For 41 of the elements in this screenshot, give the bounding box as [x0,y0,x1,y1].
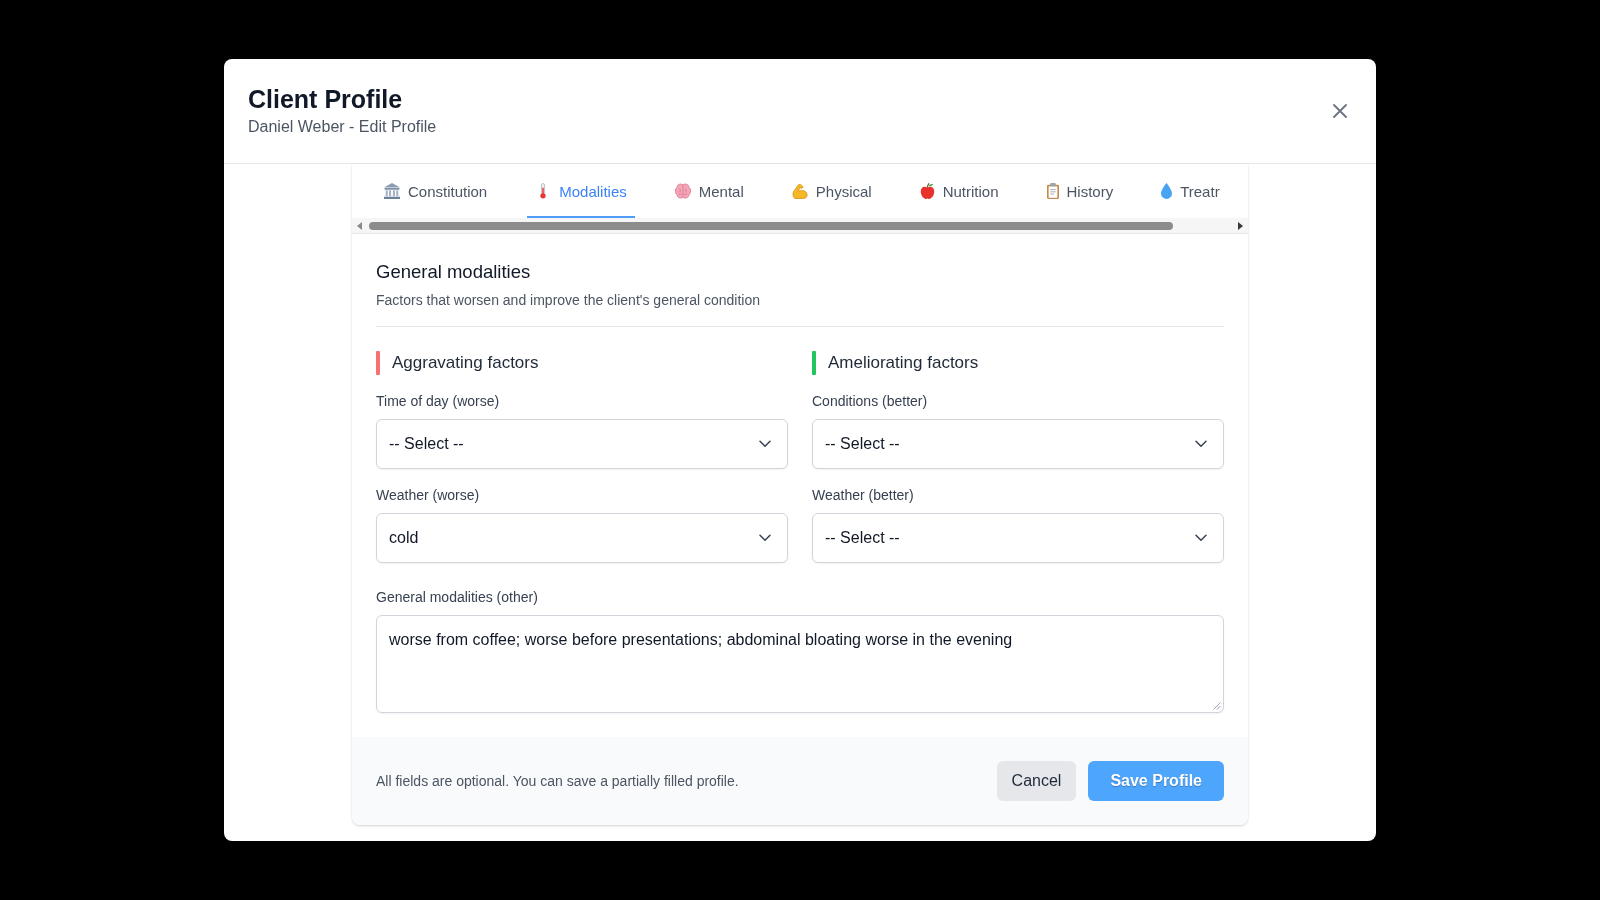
field-label: Weather (worse) [376,486,480,505]
cancel-button[interactable]: Cancel [996,761,1077,801]
tab[interactable]: Physical [783,164,880,218]
clipboard-icon [1046,183,1059,199]
tab[interactable]: Mental [666,164,752,218]
arrow-right-icon[interactable] [1238,221,1243,230]
select-field[interactable]: cold [376,513,788,563]
select-field[interactable]: -- Select -- [812,513,1224,563]
column-heading: Aggravating factors [392,352,539,374]
select-field[interactable]: -- Select -- [812,419,1224,469]
tab[interactable]: Constitution [376,164,496,218]
arrow-left-icon[interactable] [357,221,362,230]
footer-note: All fields are optional. You can save a partially filled profile. [376,772,739,791]
resize-grip-icon[interactable] [1213,702,1221,710]
droplet-icon [1161,183,1173,199]
flexed-arm-icon [791,183,808,199]
field-label: General modalities (other) [376,588,538,607]
chevron-down-icon [1195,534,1207,542]
thermometer-icon [540,183,547,199]
chevron-down-icon [1195,440,1207,448]
chevron-down-icon [759,534,771,542]
tab[interactable]: Nutrition [911,164,1007,218]
dialog-title: Client Profile [248,84,403,115]
field-label: Weather (better) [812,486,914,505]
section-description: Factors that worsen and improve the client's general condition [376,291,761,310]
field-label: Time of day (worse) [376,392,500,411]
select-field[interactable]: -- Select -- [376,419,788,469]
scrollbar[interactable] [352,218,1248,233]
scrollbar-thumb[interactable] [369,221,1173,230]
close-icon [1333,104,1347,118]
column-heading: Ameliorating factors [828,352,979,374]
apple-icon [919,183,935,199]
building-columns-icon [384,183,400,199]
section-title: General modalities [376,260,532,284]
brain-icon [674,183,691,199]
chevron-down-icon [759,440,771,448]
dialog-subtitle: Daniel Weber - Edit Profile [248,117,437,137]
tab[interactable]: History [1038,164,1122,218]
field-label: Conditions (better) [812,392,928,411]
textarea-field[interactable]: worse from coffee; worse before presentations; abdominal bloating worse in the evening [376,615,1224,713]
tab[interactable]: Treatr [1153,164,1228,218]
